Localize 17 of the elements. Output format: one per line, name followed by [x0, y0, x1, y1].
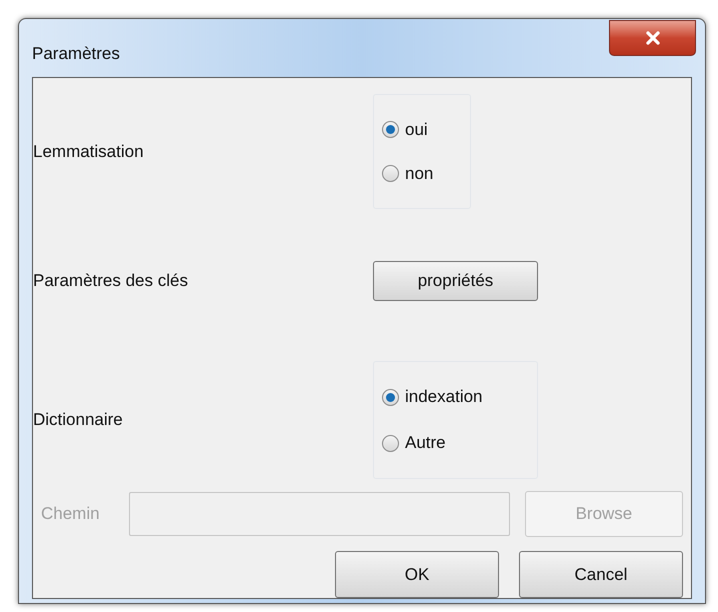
- field-label: Lemmatisation: [33, 140, 145, 163]
- radio-button[interactable]: [382, 434, 399, 452]
- radio-label: Autre: [405, 432, 446, 454]
- path-label: Chemin: [41, 503, 101, 526]
- dialog-button[interactable]: OK: [335, 551, 499, 598]
- field-label: Paramètres des clés: [33, 270, 189, 292]
- radio-label: indexation: [405, 386, 483, 408]
- properties-button[interactable]: propriétés: [373, 261, 538, 301]
- radio-button[interactable]: [382, 165, 399, 182]
- radio-label: oui: [405, 118, 428, 140]
- radio-button[interactable]: [382, 388, 399, 406]
- radio-button[interactable]: [382, 120, 399, 138]
- dialog-button[interactable]: Cancel: [519, 551, 683, 598]
- window-title: Paramètres: [32, 43, 120, 65]
- radio-label: non: [405, 163, 434, 185]
- close-button[interactable]: [609, 20, 696, 56]
- field-label: Dictionnaire: [33, 409, 124, 432]
